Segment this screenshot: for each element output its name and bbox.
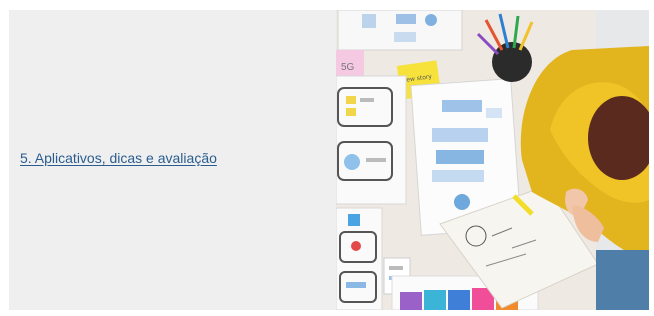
wireframe-photo: 5G New story bbox=[336, 10, 649, 310]
section-link[interactable]: 5. Aplicativos, dicas e avaliação bbox=[20, 150, 217, 166]
wireframe-sheet-left bbox=[336, 75, 407, 205]
text-panel: 5. Aplicativos, dicas e avaliação bbox=[9, 10, 335, 310]
svg-text:5G: 5G bbox=[341, 62, 355, 73]
wireframe-sheet-bottom-left bbox=[336, 207, 383, 310]
wireframe-sheet-top bbox=[337, 10, 463, 51]
content-card: 5. Aplicativos, dicas e avaliação 5G New… bbox=[9, 10, 649, 310]
